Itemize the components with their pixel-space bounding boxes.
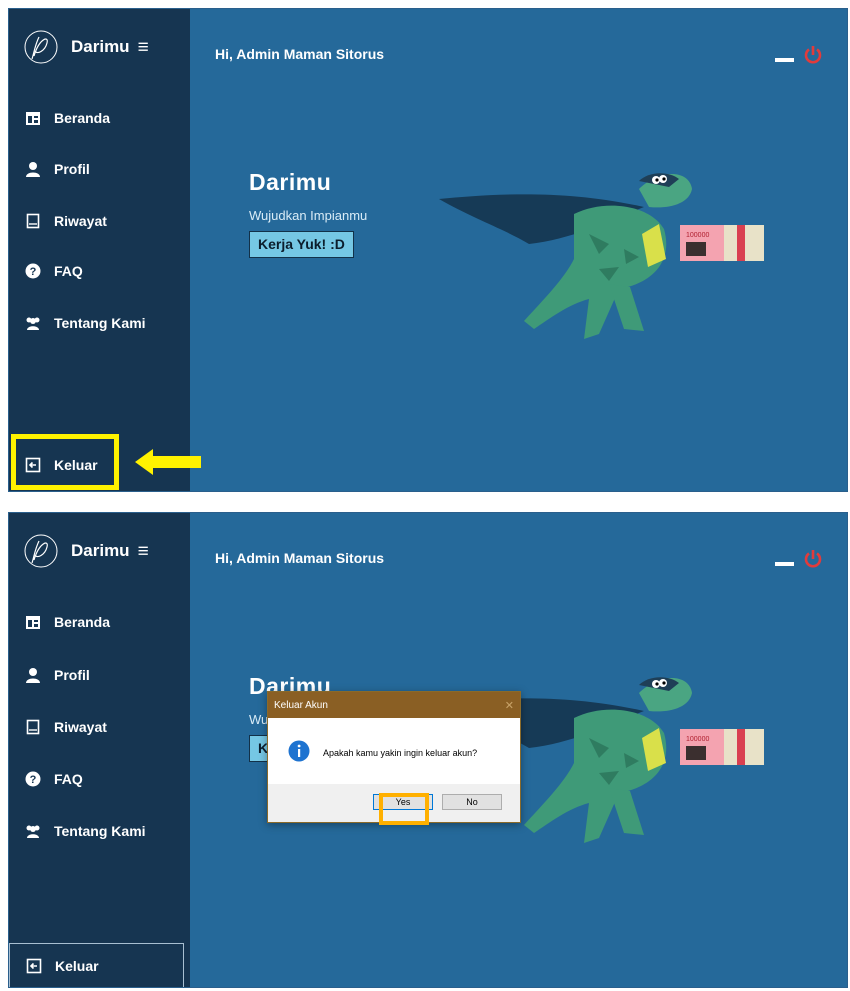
brand: Darimu ≡ (23, 533, 149, 569)
sidebar-item-profil[interactable]: Profil (25, 667, 90, 683)
dinosaur-illustration: 100000 (439, 173, 764, 339)
sidebar-item-faq[interactable]: ? FAQ (25, 263, 83, 279)
logo-icon (24, 534, 58, 568)
power-icon[interactable] (803, 45, 823, 65)
arrow-left-icon (135, 449, 201, 475)
users-icon (26, 825, 40, 838)
sidebar-item-label: Riwayat (54, 213, 107, 229)
question-icon: ? (25, 771, 41, 787)
banknote-value: 100000 (686, 232, 709, 239)
sidebar-item-tentang-kami[interactable]: Tentang Kami (25, 823, 146, 839)
hero-cta-button[interactable]: Kerja Yuk! :D (249, 231, 354, 258)
banknote-value: 100000 (686, 736, 709, 743)
sidebar-item-tentang-kami[interactable]: Tentang Kami (25, 315, 146, 331)
hamburger-menu-icon[interactable]: ≡ (138, 542, 149, 561)
sidebar-item-label: Riwayat (54, 719, 107, 735)
sidebar-item-beranda[interactable]: Beranda (25, 110, 110, 126)
calendar-icon (26, 616, 40, 629)
no-button[interactable]: No (442, 794, 502, 810)
sidebar-item-label: Profil (54, 161, 90, 177)
brand-name: Darimu (71, 37, 130, 56)
svg-text:?: ? (30, 774, 37, 786)
sidebar-item-beranda[interactable]: Beranda (25, 614, 110, 630)
sidebar-item-label: Profil (54, 667, 90, 683)
screenshot-before-logout: Darimu ≡ Beranda Profil Riwayat ? FAQ Te… (8, 8, 848, 492)
sidebar: Darimu ≡ Beranda Profil Riwayat ? FAQ Te… (9, 9, 190, 491)
sidebar-item-riwayat[interactable]: Riwayat (25, 213, 107, 229)
user-icon (26, 668, 40, 683)
hamburger-menu-icon[interactable]: ≡ (138, 38, 149, 57)
dialog-titlebar: Keluar Akun ✕ (268, 692, 520, 718)
user-icon (26, 162, 40, 177)
document-icon (26, 213, 40, 229)
sidebar-item-profil[interactable]: Profil (25, 161, 90, 177)
highlight-yes-box (379, 793, 429, 825)
greeting-text: Hi, Admin Maman Sitorus (215, 550, 385, 566)
hero-title: Darimu (249, 169, 332, 195)
info-icon (288, 740, 310, 762)
greeting-text: Hi, Admin Maman Sitorus (215, 46, 385, 62)
svg-text:?: ? (30, 266, 37, 278)
brand: Darimu ≡ (23, 29, 149, 65)
sidebar-item-label: FAQ (54, 263, 83, 279)
brand-name: Darimu (71, 541, 130, 560)
users-icon (26, 317, 40, 330)
dialog-title: Keluar Akun (274, 699, 328, 711)
sidebar-item-label: Beranda (54, 110, 111, 126)
dialog-body: Apakah kamu yakin ingin keluar akun? (268, 718, 520, 784)
logout-icon (26, 958, 42, 974)
question-icon: ? (25, 263, 41, 279)
highlight-logout-box (11, 434, 119, 490)
sidebar-item-label: Tentang Kami (54, 315, 146, 331)
sidebar-item-label: Beranda (54, 614, 111, 630)
sidebar-logout[interactable]: Keluar (9, 943, 184, 987)
sidebar-item-riwayat[interactable]: Riwayat (25, 719, 107, 735)
sidebar: Darimu ≡ Beranda Profil Riwayat ? FAQ Te… (9, 513, 190, 987)
sidebar-item-label: FAQ (54, 771, 83, 787)
minimize-icon[interactable] (775, 562, 794, 566)
sidebar-item-label: Tentang Kami (54, 823, 146, 839)
dialog-message: Apakah kamu yakin ingin keluar akun? (323, 748, 478, 758)
screenshot-logout-confirmation: Darimu ≡ Beranda Profil Riwayat ? FAQ Te… (8, 512, 848, 988)
hero-subtitle: Wujudkan Impianmu (249, 208, 368, 223)
power-icon[interactable] (803, 549, 823, 569)
sidebar-item-faq[interactable]: ? FAQ (25, 771, 83, 787)
document-icon (26, 719, 40, 735)
logo-icon (24, 30, 58, 64)
close-icon[interactable]: ✕ (505, 699, 514, 712)
calendar-icon (26, 112, 40, 125)
minimize-icon[interactable] (775, 58, 794, 62)
sidebar-logout-label: Keluar (55, 958, 99, 974)
